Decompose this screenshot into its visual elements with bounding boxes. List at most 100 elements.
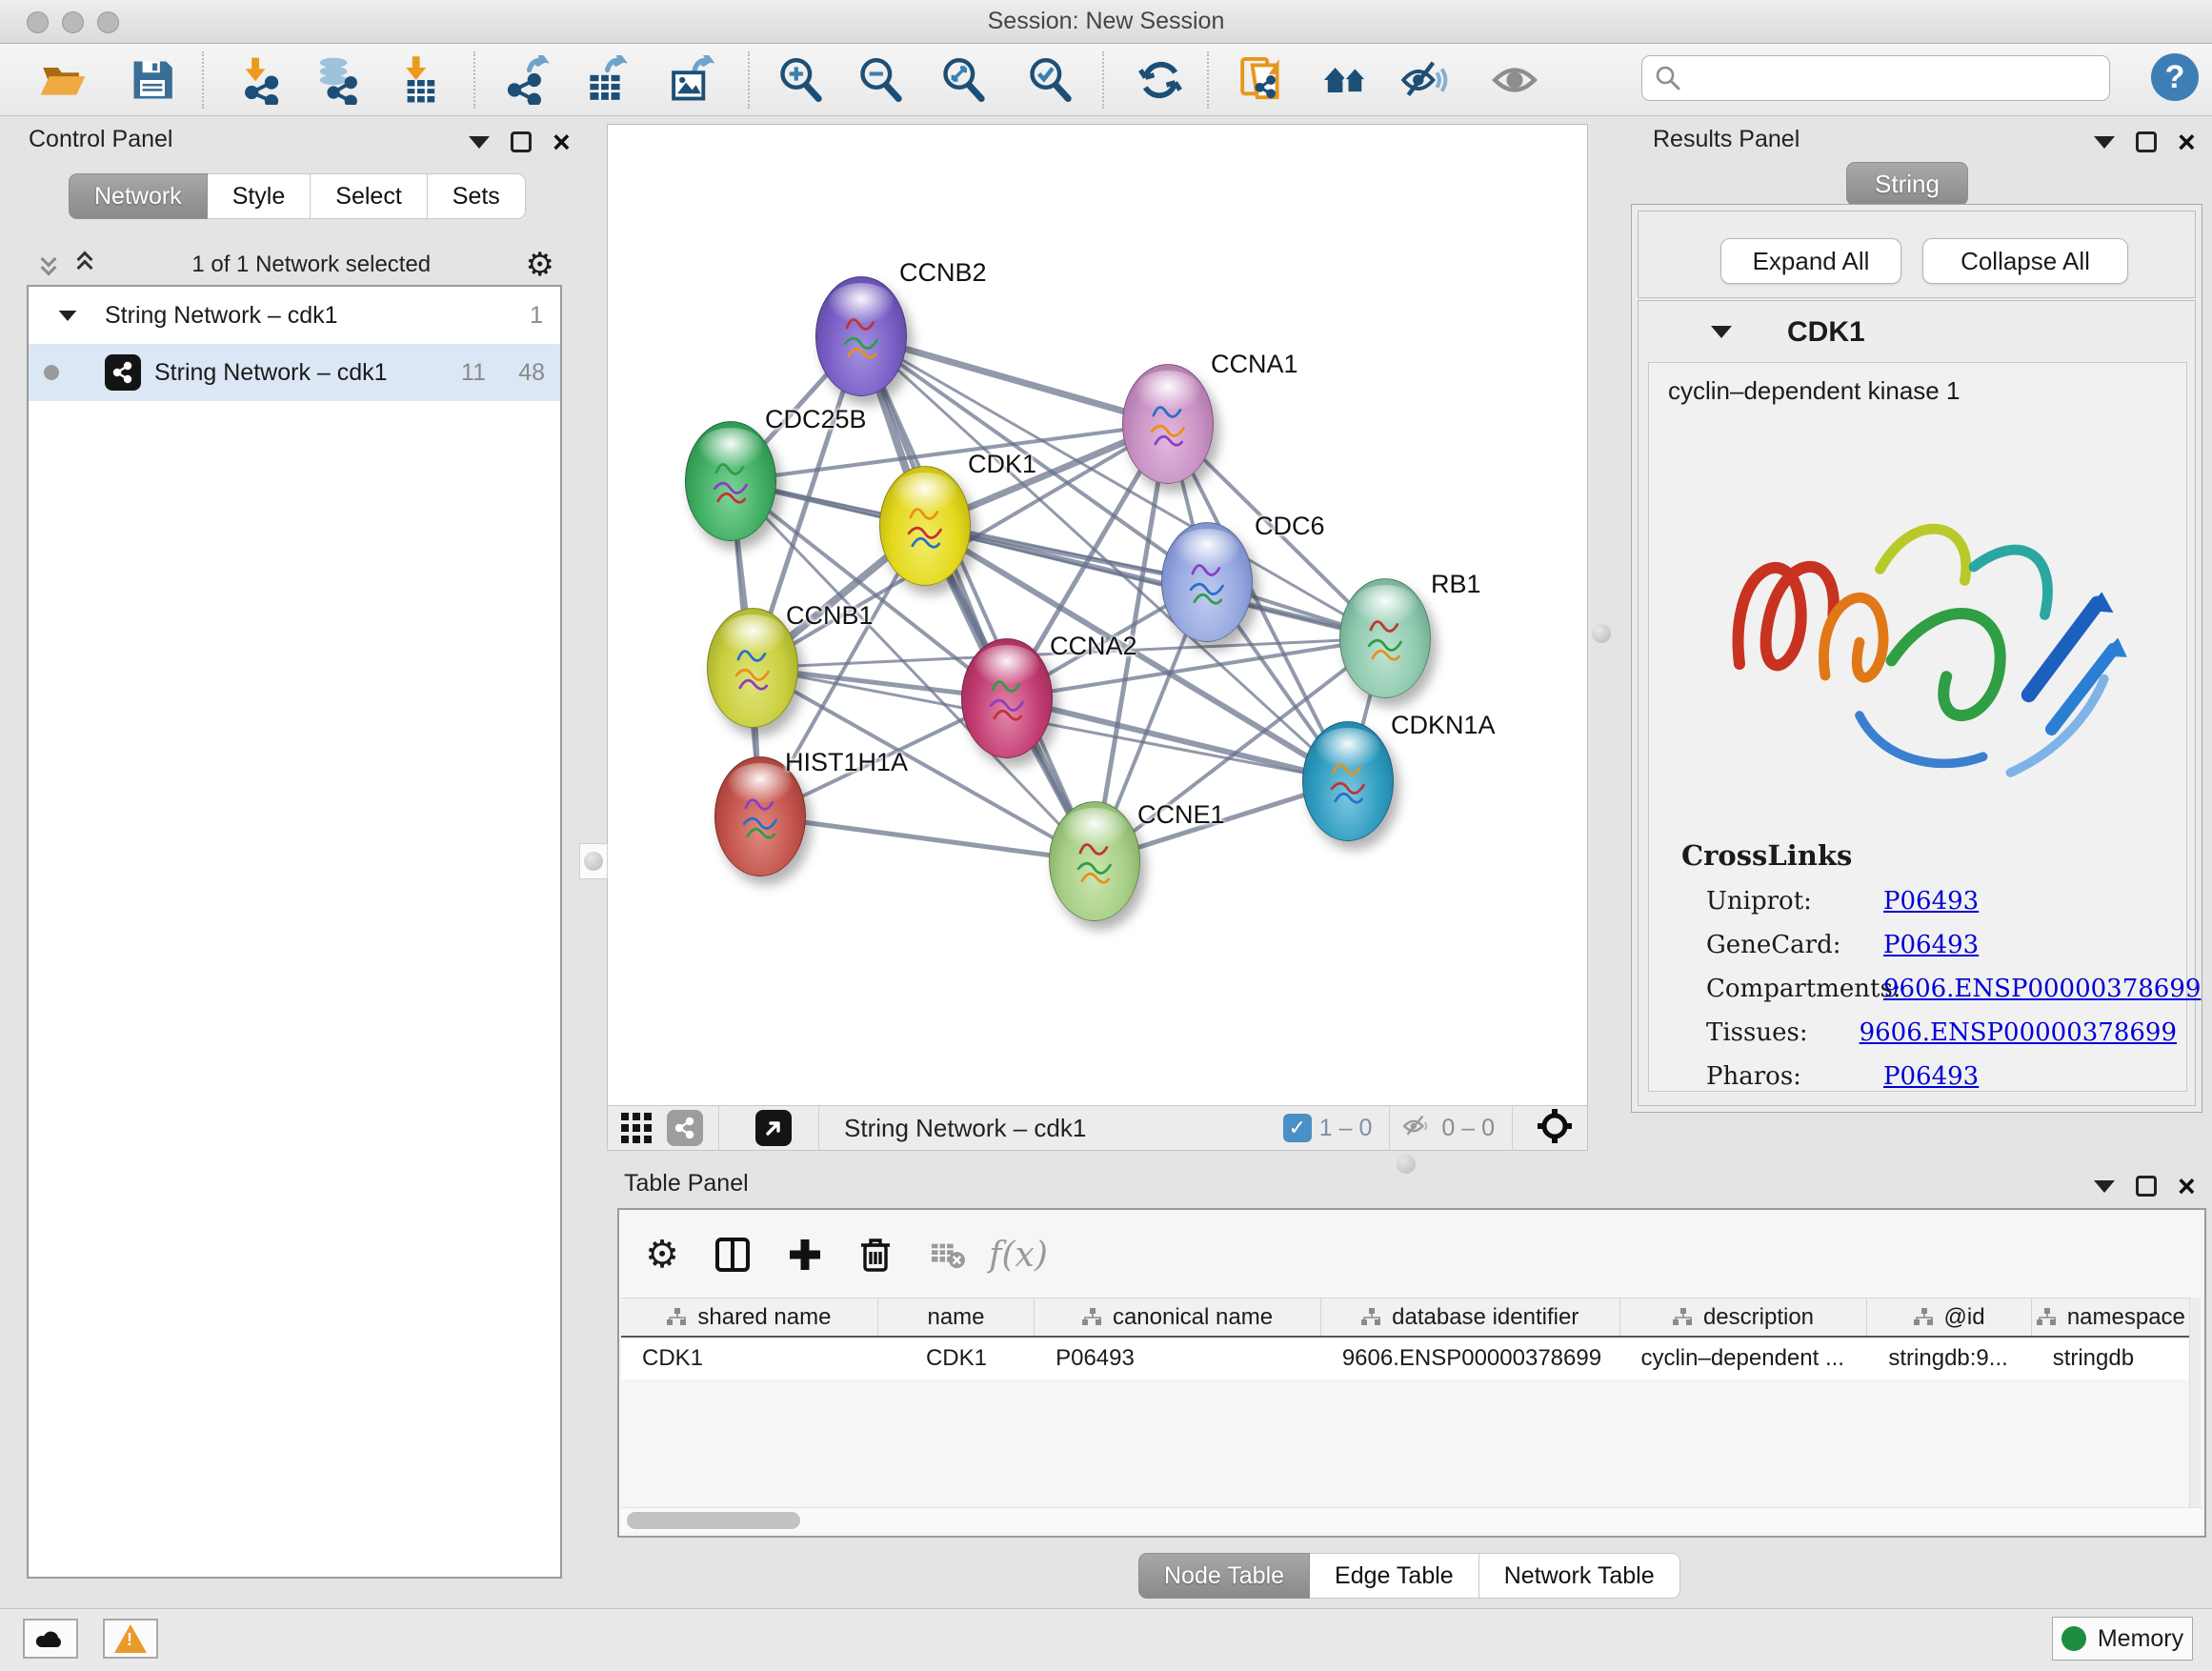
- scrollbar-thumb[interactable]: [627, 1512, 800, 1529]
- network-row[interactable]: String Network – cdk1 11 48: [29, 344, 560, 401]
- import-network-file-icon[interactable]: [232, 53, 286, 107]
- edge-CCNB2-CCNE1[interactable]: [861, 336, 1095, 861]
- float-panel-icon[interactable]: [511, 131, 532, 152]
- node-CDC25B[interactable]: [685, 421, 776, 541]
- node-CDK1[interactable]: [879, 466, 971, 586]
- help-button[interactable]: ?: [2151, 53, 2199, 101]
- selected-checkbox-icon[interactable]: ✓: [1283, 1114, 1312, 1142]
- column-header-shared-name[interactable]: shared name: [621, 1299, 878, 1336]
- expand-all-icon[interactable]: [76, 252, 97, 277]
- zoom-fit-icon[interactable]: [937, 53, 991, 107]
- delete-column-trash-icon[interactable]: [850, 1229, 901, 1280]
- column-header-database-identifier[interactable]: database identifier: [1321, 1299, 1620, 1336]
- warnings-button[interactable]: [103, 1619, 158, 1659]
- float-panel-icon[interactable]: [2136, 1176, 2157, 1197]
- table-options-gear-icon[interactable]: ⚙: [636, 1229, 688, 1280]
- column-header-canonical-name[interactable]: canonical name: [1035, 1299, 1321, 1336]
- node-CCNA2[interactable]: [961, 638, 1053, 758]
- save-session-icon[interactable]: [126, 53, 179, 107]
- string-badge-icon[interactable]: [667, 1110, 703, 1146]
- show-all-eye-icon[interactable]: [1488, 53, 1541, 107]
- column-header-namespace[interactable]: namespace: [2032, 1299, 2191, 1336]
- function-builder-icon[interactable]: f(x): [993, 1229, 1044, 1280]
- node-CCNE1[interactable]: [1049, 801, 1140, 921]
- splitter-handle-right[interactable]: [1592, 624, 1611, 643]
- cell-canonical-name[interactable]: P06493: [1035, 1338, 1321, 1379]
- import-network-database-icon[interactable]: [311, 53, 364, 107]
- search-box[interactable]: [1641, 55, 2110, 101]
- node-CCNB2[interactable]: [815, 276, 907, 396]
- cloud-button[interactable]: [23, 1619, 78, 1659]
- panel-menu-icon[interactable]: [2094, 136, 2115, 149]
- table-horizontal-scrollbar[interactable]: [621, 1507, 2202, 1532]
- table-row[interactable]: CDK1CDK1P064939606.ENSP00000378699cyclin…: [621, 1338, 2191, 1379]
- memory-button[interactable]: Memory: [2052, 1617, 2193, 1661]
- network-collection-row[interactable]: String Network – cdk1 1: [29, 287, 560, 344]
- clone-network-icon[interactable]: [1236, 53, 1289, 107]
- collapse-collection-icon[interactable]: [59, 310, 77, 320]
- cell-name[interactable]: CDK1: [878, 1338, 1035, 1379]
- tab-node-table[interactable]: Node Table: [1138, 1553, 1310, 1599]
- column-header-description[interactable]: description: [1620, 1299, 1868, 1336]
- export-table-icon[interactable]: [578, 53, 632, 107]
- tab-network[interactable]: Network: [69, 173, 208, 219]
- crosslink-link[interactable]: 9606.ENSP00000378699: [1860, 1018, 2177, 1047]
- search-input[interactable]: [1682, 65, 2092, 91]
- close-panel-icon[interactable]: ×: [2178, 131, 2196, 152]
- gene-header-row[interactable]: CDK1: [1639, 316, 2195, 360]
- crosshair-icon[interactable]: [1536, 1107, 1574, 1150]
- expand-all-button[interactable]: Expand All: [1720, 238, 1901, 284]
- cell-@id[interactable]: stringdb:9...: [1867, 1338, 2031, 1379]
- birdseye-grid-icon[interactable]: [619, 1101, 654, 1155]
- refresh-layout-icon[interactable]: [1134, 53, 1187, 107]
- collapse-gene-icon[interactable]: [1711, 326, 1732, 338]
- zoom-in-icon[interactable]: [774, 53, 828, 107]
- cell-description[interactable]: cyclin–dependent ...: [1619, 1338, 1867, 1379]
- import-table-icon[interactable]: [391, 53, 444, 107]
- open-in-window-icon[interactable]: [755, 1110, 792, 1146]
- cell-namespace[interactable]: stringdb: [2032, 1338, 2191, 1379]
- close-panel-icon[interactable]: ×: [553, 131, 571, 152]
- panel-menu-icon[interactable]: [469, 136, 490, 149]
- node-CCNA1[interactable]: [1122, 364, 1214, 484]
- splitter-handle-bottom[interactable]: [1397, 1155, 1416, 1174]
- hidden-eye-icon[interactable]: [1399, 1111, 1434, 1146]
- collapse-all-icon[interactable]: [40, 252, 61, 277]
- export-network-icon[interactable]: [500, 53, 553, 107]
- open-file-icon[interactable]: [36, 53, 90, 107]
- create-column-plus-icon[interactable]: [779, 1229, 831, 1280]
- node-CDKN1A[interactable]: [1302, 721, 1394, 841]
- cell-database-identifier[interactable]: 9606.ENSP00000378699: [1321, 1338, 1620, 1379]
- tab-network-table[interactable]: Network Table: [1479, 1553, 1680, 1599]
- column-header-name[interactable]: name: [878, 1299, 1035, 1336]
- tab-select[interactable]: Select: [311, 173, 427, 219]
- zoom-out-icon[interactable]: [855, 53, 908, 107]
- tab-sets[interactable]: Sets: [428, 173, 526, 219]
- node-CDC6[interactable]: [1161, 522, 1253, 642]
- delete-table-icon[interactable]: [922, 1229, 974, 1280]
- close-panel-icon[interactable]: ×: [2178, 1176, 2196, 1197]
- home-pages-icon[interactable]: [1318, 53, 1372, 107]
- network-canvas[interactable]: CCNB2CCNA1CDC25BCDK1CDC6RB1CCNB1CCNA2CDK…: [607, 124, 1588, 1105]
- cell-shared-name[interactable]: CDK1: [621, 1338, 878, 1379]
- crosslink-link[interactable]: P06493: [1883, 931, 1979, 959]
- crosslink-link[interactable]: P06493: [1883, 887, 1979, 916]
- tab-edge-table[interactable]: Edge Table: [1310, 1553, 1479, 1599]
- node-RB1[interactable]: [1339, 578, 1431, 698]
- panel-menu-icon[interactable]: [2094, 1180, 2115, 1193]
- column-header-@id[interactable]: @id: [1867, 1299, 2031, 1336]
- tab-style[interactable]: Style: [208, 173, 312, 219]
- export-image-icon[interactable]: [663, 53, 716, 107]
- tab-string[interactable]: String: [1846, 162, 1968, 206]
- table-vertical-scrollbar[interactable]: [2189, 1298, 2201, 1517]
- float-panel-icon[interactable]: [2136, 131, 2157, 152]
- zoom-selected-icon[interactable]: [1024, 53, 1077, 107]
- collapse-all-button[interactable]: Collapse All: [1922, 238, 2128, 284]
- hide-selected-eye-icon[interactable]: [1397, 53, 1450, 107]
- edge-HIST1H1A-CCNE1[interactable]: [760, 816, 1095, 861]
- network-options-gear-icon[interactable]: ⚙: [526, 246, 554, 284]
- crosslink-link[interactable]: 9606.ENSP00000378699: [1883, 975, 2201, 1003]
- crosslink-link[interactable]: P06493: [1883, 1062, 1979, 1091]
- splitter-handle-left[interactable]: [579, 843, 608, 879]
- show-columns-icon[interactable]: [707, 1229, 758, 1280]
